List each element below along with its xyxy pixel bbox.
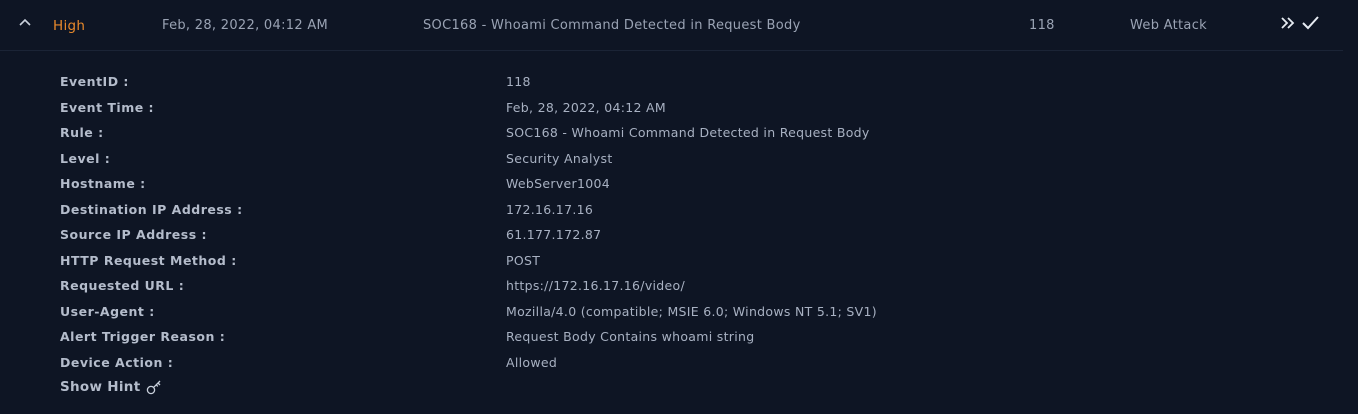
detail-value: 118: [506, 74, 531, 89]
alert-rule: SOC168 - Whoami Command Detected in Requ…: [423, 18, 801, 33]
detail-row: Source IP Address : 61.177.172.87: [60, 223, 1060, 249]
alert-type: Web Attack: [1130, 18, 1207, 33]
alert-level: High: [53, 18, 86, 34]
detail-label: Device Action :: [60, 354, 174, 370]
show-hint-label: Show Hint: [60, 378, 141, 395]
detail-row: User-Agent : Mozilla/4.0 (compatible; MS…: [60, 300, 1060, 326]
detail-value: 172.16.17.16: [506, 201, 594, 217]
alert-details: EventID : 118 Event Time : Feb, 28, 2022…: [60, 70, 1060, 376]
detail-value: Security Analyst: [506, 150, 613, 166]
detail-label: Event Time :: [60, 99, 155, 115]
detail-label: Destination IP Address :: [60, 201, 243, 217]
detail-label: Rule :: [60, 125, 104, 140]
detail-row: EventID : 118: [60, 70, 1060, 96]
detail-row: Hostname : WebServer1004: [60, 172, 1060, 198]
detail-value: 61.177.172.87: [506, 227, 602, 242]
detail-label: HTTP Request Method :: [60, 252, 237, 268]
detail-row: Level : Security Analyst: [60, 147, 1060, 173]
detail-row: HTTP Request Method : POST: [60, 249, 1060, 275]
detail-row: Destination IP Address : 172.16.17.16: [60, 198, 1060, 224]
show-hint-button[interactable]: Show Hint: [60, 378, 163, 395]
detail-value: Mozilla/4.0 (compatible; MSIE 6.0; Windo…: [506, 303, 877, 319]
detail-value: Request Body Contains whoami string: [506, 329, 755, 344]
alert-header-row[interactable]: High Feb, 28, 2022, 04:12 AM SOC168 - Wh…: [0, 0, 1343, 51]
detail-value: Allowed: [506, 354, 558, 370]
detail-label: Source IP Address :: [60, 227, 207, 242]
detail-row: Alert Trigger Reason : Request Body Cont…: [60, 325, 1060, 351]
double-chevron-right-icon[interactable]: [1279, 14, 1297, 32]
detail-label: Level :: [60, 150, 111, 166]
check-icon[interactable]: [1300, 13, 1320, 33]
detail-value: WebServer1004: [506, 176, 610, 191]
detail-value: SOC168 - Whoami Command Detected in Requ…: [506, 125, 870, 140]
detail-row: Rule : SOC168 - Whoami Command Detected …: [60, 121, 1060, 147]
alert-event-id: 118: [1029, 18, 1055, 33]
detail-label: User-Agent :: [60, 303, 155, 319]
alert-date: Feb, 28, 2022, 04:12 AM: [162, 18, 329, 33]
detail-row: Event Time : Feb, 28, 2022, 04:12 AM: [60, 96, 1060, 122]
detail-value: https://172.16.17.16/video/: [506, 278, 685, 293]
detail-value: Feb, 28, 2022, 04:12 AM: [506, 99, 666, 115]
chevron-up-icon[interactable]: [16, 13, 34, 31]
detail-label: Alert Trigger Reason :: [60, 329, 226, 344]
detail-label: EventID :: [60, 74, 129, 89]
detail-value: POST: [506, 252, 541, 268]
detail-label: Requested URL :: [60, 278, 185, 293]
detail-row: Device Action : Allowed: [60, 351, 1060, 377]
detail-label: Hostname :: [60, 176, 146, 191]
detail-row: Requested URL : https://172.16.17.16/vid…: [60, 274, 1060, 300]
key-icon: [146, 378, 163, 395]
alert-panel: High Feb, 28, 2022, 04:12 AM SOC168 - Wh…: [0, 0, 1358, 414]
